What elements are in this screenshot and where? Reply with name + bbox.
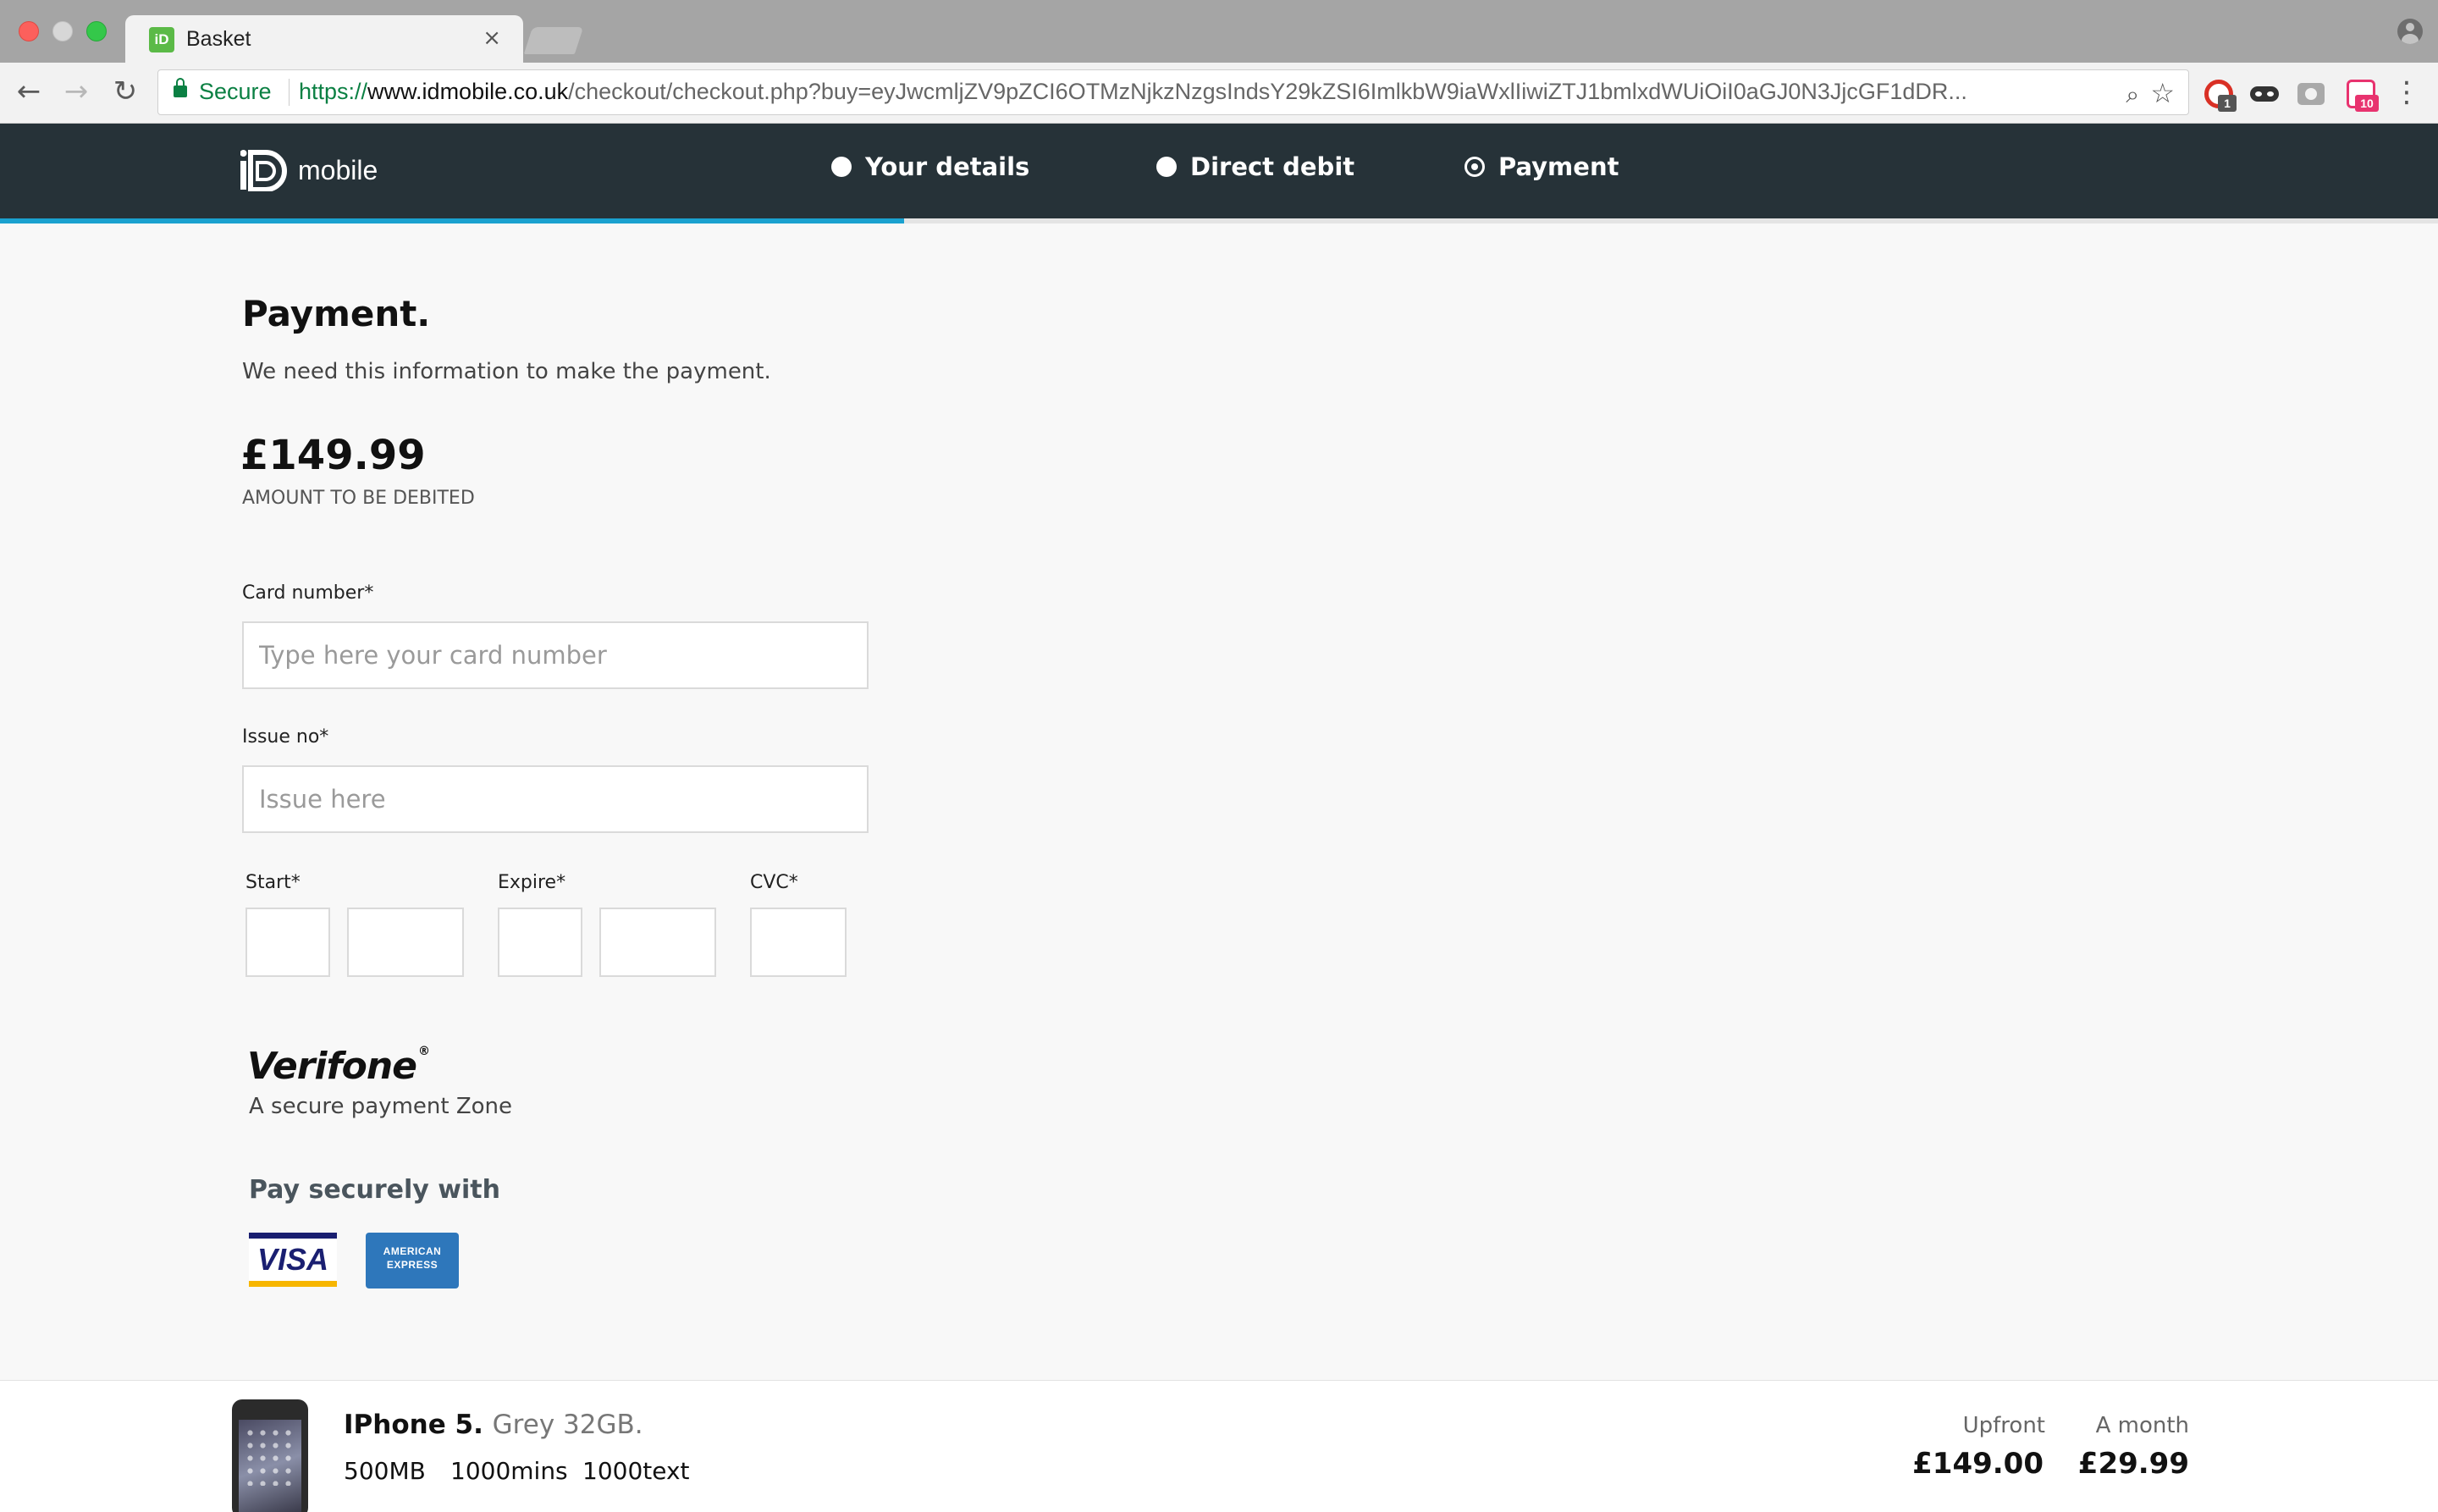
new-tab-button[interactable] (523, 27, 584, 54)
tab-close-icon[interactable]: × (483, 25, 501, 51)
visa-logo-text: VISA (256, 1242, 329, 1277)
url-divider (289, 79, 290, 106)
product-title: IPhone 5. Grey 32GB. (344, 1410, 643, 1440)
extension-pink-badge: 10 (2355, 95, 2379, 112)
step-label: Payment (1498, 152, 1619, 181)
monthly-label: A month (2095, 1413, 2189, 1438)
profile-icon[interactable] (2397, 19, 2423, 44)
back-arrow-icon[interactable]: ← (12, 74, 46, 108)
verifone-tagline: A secure payment Zone (249, 1094, 513, 1119)
reload-icon[interactable]: ↻ (108, 74, 142, 108)
address-bar[interactable]: Secure https://www.idmobile.co.uk/checko… (157, 69, 2189, 115)
upfront-price: £149.00 (1912, 1447, 2044, 1481)
phone-screen (239, 1420, 301, 1512)
verifone-logo-text: Verifone (247, 1045, 417, 1088)
pay-securely-heading: Pay securely with (249, 1175, 500, 1205)
step-label: Direct debit (1190, 152, 1355, 181)
page-subtitle: We need this information to make the pay… (242, 359, 771, 384)
url-scheme: https:// (299, 79, 368, 104)
product-variant: Grey 32GB. (492, 1410, 643, 1440)
plan-minutes: 1000mins (450, 1457, 568, 1485)
start-label: Start* (245, 872, 301, 893)
plan-texts: 1000text (582, 1457, 690, 1485)
maximize-window-button[interactable] (86, 21, 107, 41)
step-complete-icon (831, 157, 852, 177)
cvc-input[interactable] (750, 908, 847, 977)
checkout-progress-bar (0, 218, 2438, 223)
expire-label: Expire* (498, 872, 566, 893)
upfront-label: Upfront (1962, 1413, 2045, 1438)
site-header: mobile Your details Direct debit Payment (0, 124, 2438, 218)
card-number-label: Card number* (242, 582, 374, 604)
plan-data: 500MB (344, 1457, 426, 1485)
extension-camera-icon[interactable] (2297, 83, 2325, 105)
extension-red-badge: 1 (2218, 95, 2237, 112)
cvc-label: CVC* (750, 872, 798, 893)
product-name: IPhone 5. (344, 1410, 483, 1440)
start-month-input[interactable] (245, 908, 330, 977)
step-payment[interactable]: Payment (1464, 152, 1619, 181)
amount-value: £149.99 (240, 432, 426, 479)
monthly-price: £29.99 (2077, 1447, 2189, 1481)
id-logo-icon (240, 150, 287, 191)
url-host: www.idmobile.co.uk (367, 79, 569, 104)
step-current-icon (1464, 157, 1485, 177)
registered-mark: ® (418, 1045, 430, 1058)
brand-text: mobile (298, 154, 378, 185)
browser-tab-basket[interactable]: iD Basket × (125, 15, 523, 63)
star-icon[interactable]: ☆ (2150, 77, 2175, 109)
verifone-logo: Verifone ® (247, 1045, 430, 1088)
step-your-details[interactable]: Your details (831, 152, 1029, 181)
card-number-input[interactable] (242, 621, 869, 689)
start-year-input[interactable] (347, 908, 464, 977)
step-direct-debit[interactable]: Direct debit (1156, 152, 1354, 181)
step-label: Your details (865, 152, 1030, 181)
tab-title: Basket (186, 27, 251, 51)
browser-toolbar: ← → ↻ Secure https://www.idmobile.co.uk/… (0, 63, 2438, 124)
amex-line-2: EXPRESS (386, 1259, 439, 1271)
page-title: Payment. (242, 293, 431, 334)
url-text[interactable]: https://www.idmobile.co.uk/checkout/chec… (299, 79, 2043, 105)
american-express-logo: AMERICAN EXPRESS (366, 1233, 459, 1289)
amount-caption: AMOUNT TO BE DEBITED (242, 488, 475, 509)
forward-arrow-icon[interactable]: → (59, 74, 93, 108)
iphone-product-image (232, 1399, 308, 1512)
secure-label: Secure (199, 79, 272, 104)
extension-mask-icon[interactable] (2250, 86, 2279, 102)
menu-icon[interactable]: ⋮ (2392, 78, 2421, 107)
issue-no-input[interactable] (242, 765, 869, 833)
zoom-icon[interactable]: ⌕ (2126, 80, 2139, 109)
step-complete-icon (1156, 157, 1177, 177)
id-mobile-logo[interactable]: mobile (240, 146, 378, 195)
visa-logo: VISA (249, 1233, 337, 1287)
minimize-window-button[interactable] (52, 21, 73, 41)
checkout-progress-fill (0, 218, 905, 223)
expire-month-input[interactable] (498, 908, 582, 977)
browser-titlebar: iD Basket × (0, 0, 2438, 63)
issue-no-label: Issue no* (242, 726, 329, 748)
url-path: /checkout/checkout.php?buy=eyJwcmljZV9pZ… (568, 79, 1967, 104)
basket-summary-bar: IPhone 5. Grey 32GB. 500MB 1000mins 1000… (0, 1380, 2438, 1512)
expire-year-input[interactable] (599, 908, 716, 977)
close-window-button[interactable] (19, 21, 39, 41)
id-mobile-favicon-icon: iD (149, 27, 174, 52)
lock-icon (174, 78, 187, 97)
amex-line-1: AMERICAN (383, 1245, 442, 1257)
